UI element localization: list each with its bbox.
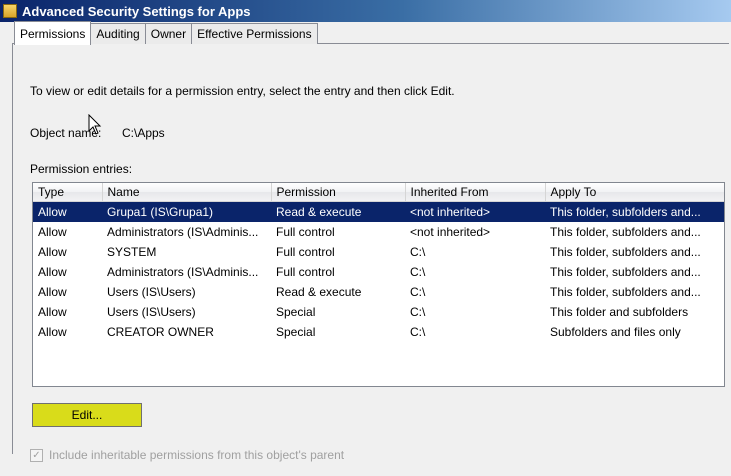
instructions-text: To view or edit details for a permission… <box>30 84 455 98</box>
cell-type: Allow <box>38 265 67 279</box>
cell-permission: Full control <box>276 225 335 239</box>
cell-permission: Full control <box>276 245 335 259</box>
cell-permission: Read & execute <box>271 201 405 222</box>
permission-entries-list[interactable]: Type Name Permission Inherited From Appl… <box>32 182 725 387</box>
table-row[interactable]: Allow CREATOR OWNER Special C:\ Subfolde… <box>33 322 724 342</box>
inherit-permissions-label: Include inheritable permissions from thi… <box>49 448 345 462</box>
cell-inherited-from: C:\ <box>410 285 426 299</box>
table-row[interactable]: Allow Grupa1 (IS\Grupa1) Read & execute … <box>33 201 724 222</box>
cell-permission: Special <box>276 305 316 319</box>
table-row[interactable]: Allow Administrators (IS\Adminis... Full… <box>33 222 724 242</box>
cell-name: SYSTEM <box>107 245 157 259</box>
inherit-permissions-option[interactable]: ✓ Include inheritable permissions from t… <box>30 448 344 462</box>
cell-apply-to: This folder and subfolders <box>550 305 689 319</box>
edit-button[interactable]: Edit... <box>32 403 142 427</box>
cell-inherited-from: C:\ <box>410 305 426 319</box>
column-header-name[interactable]: Name <box>102 183 272 202</box>
table-row[interactable]: Allow Administrators (IS\Adminis... Full… <box>33 262 724 282</box>
cell-permission: Read & execute <box>276 285 362 299</box>
object-name-value: C:\Apps <box>122 126 165 140</box>
cell-permission: Full control <box>276 265 335 279</box>
cell-name: Administrators (IS\Adminis... <box>107 225 259 239</box>
column-header-permission[interactable]: Permission <box>271 183 406 202</box>
cell-name: Grupa1 (IS\Grupa1) <box>102 201 271 222</box>
tab-effective-permissions[interactable]: Effective Permissions <box>191 23 318 44</box>
permission-entries-label: Permission entries: <box>30 162 133 176</box>
cell-name: Users (IS\Users) <box>107 305 196 319</box>
tab-permissions[interactable]: Permissions <box>14 21 92 45</box>
column-header-type[interactable]: Type <box>33 183 103 202</box>
title-bar[interactable]: Advanced Security Settings for Apps <box>0 0 731 22</box>
cell-inherited-from: <not inherited> <box>410 225 491 239</box>
column-header-apply-to[interactable]: Apply To <box>545 183 724 202</box>
cell-inherited-from: C:\ <box>410 265 426 279</box>
table-row[interactable]: Allow Users (IS\Users) Read & execute C:… <box>33 282 724 302</box>
cell-type: Allow <box>38 325 67 339</box>
cell-apply-to: This folder, subfolders and... <box>550 245 701 259</box>
tab-owner[interactable]: Owner <box>144 23 193 44</box>
cell-apply-to: This folder, subfolders and... <box>550 225 701 239</box>
cell-type: Allow <box>38 285 67 299</box>
mouse-pointer-icon <box>88 113 102 140</box>
tab-auditing[interactable]: Auditing <box>90 23 146 44</box>
inherit-permissions-checkbox[interactable]: ✓ <box>30 448 43 462</box>
cell-type: Allow <box>38 245 67 259</box>
cell-name: Users (IS\Users) <box>107 285 196 299</box>
window-title: Advanced Security Settings for Apps <box>22 3 251 19</box>
cell-inherited-from: <not inherited> <box>405 201 545 222</box>
cell-apply-to: This folder, subfolders and... <box>550 265 701 279</box>
cell-apply-to: This folder, subfolders and... <box>550 285 701 299</box>
cell-name: CREATOR OWNER <box>107 325 214 339</box>
cell-name: Administrators (IS\Adminis... <box>107 265 259 279</box>
column-header-inherited-from[interactable]: Inherited From <box>405 183 546 202</box>
cell-type: Allow <box>38 225 67 239</box>
cell-inherited-from: C:\ <box>410 325 426 339</box>
table-row[interactable]: Allow Users (IS\Users) Special C:\ This … <box>33 302 724 322</box>
table-row[interactable]: Allow SYSTEM Full control C:\ This folde… <box>33 242 724 262</box>
table-header-row: Type Name Permission Inherited From Appl… <box>33 183 724 202</box>
cell-apply-to: This folder, subfolders and... <box>545 201 724 222</box>
tab-strip: Permissions Auditing Owner Effective Per… <box>14 21 318 45</box>
cell-type: Allow <box>38 305 67 319</box>
folder-icon <box>3 4 17 18</box>
cell-inherited-from: C:\ <box>410 245 426 259</box>
cell-type: Allow <box>33 201 102 222</box>
cell-permission: Special <box>276 325 316 339</box>
cell-apply-to: Subfolders and files only <box>550 325 681 339</box>
